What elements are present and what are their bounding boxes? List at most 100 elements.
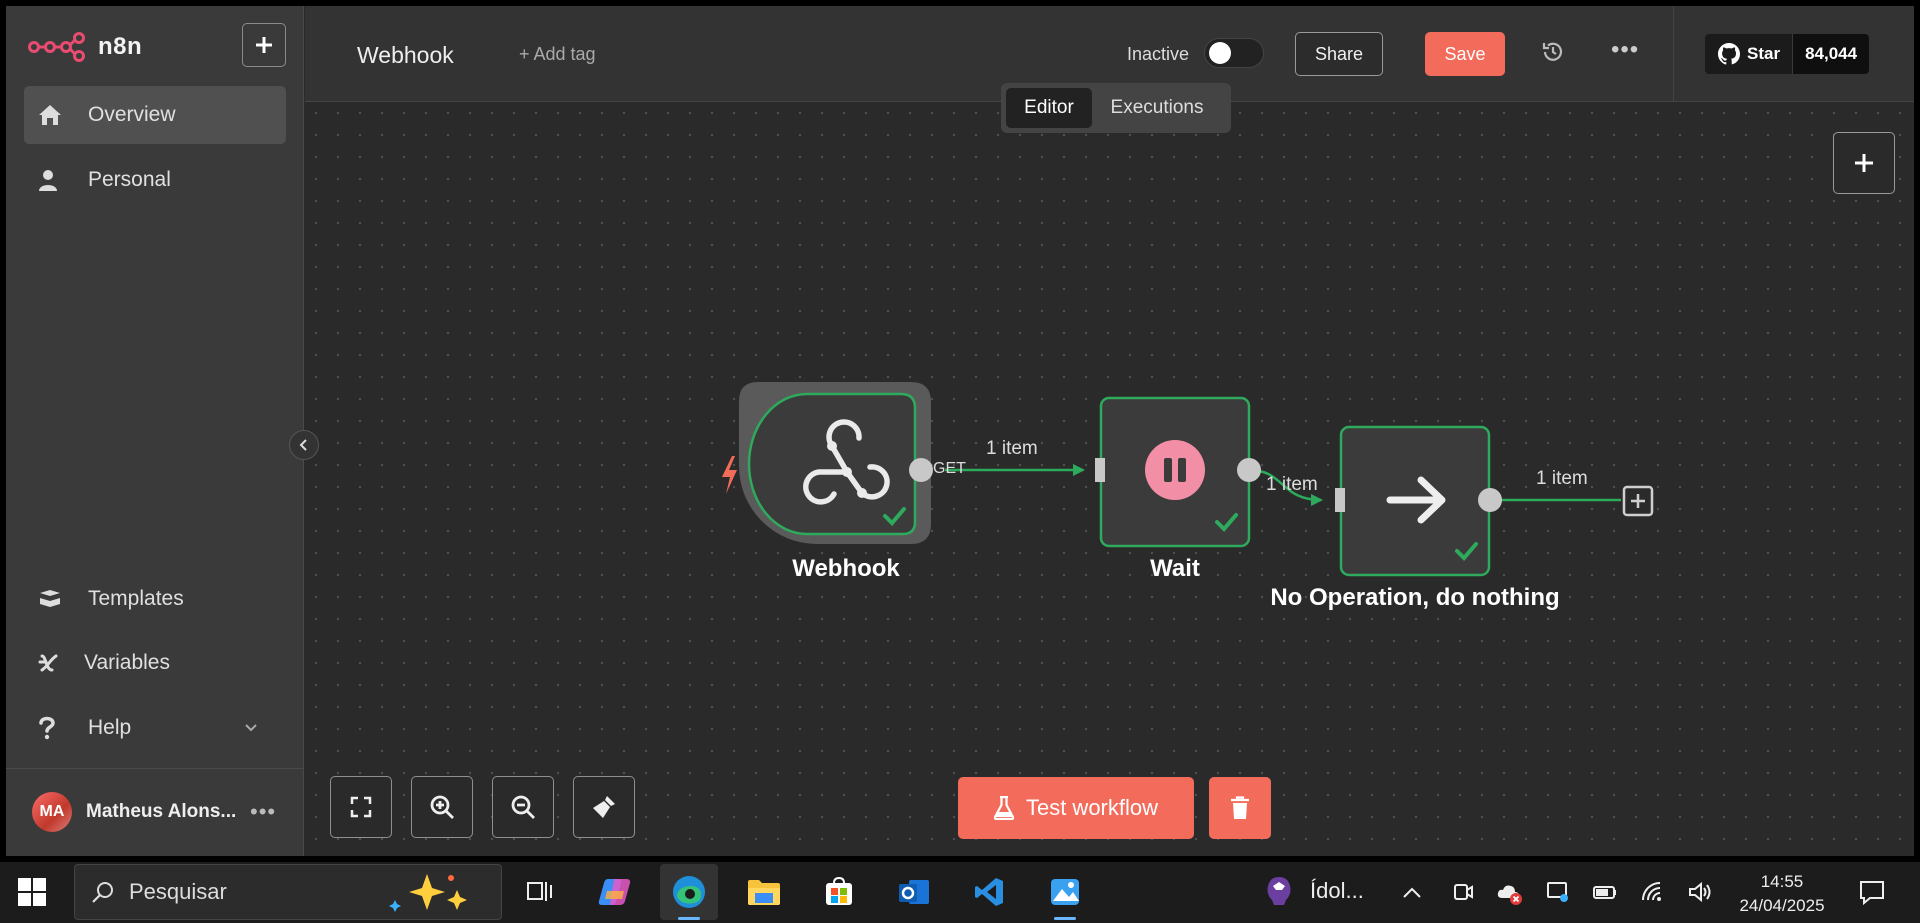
news-widget[interactable]: Ídol... <box>1262 874 1364 908</box>
append-node-button[interactable] <box>1622 485 1654 517</box>
sidebar-item-templates[interactable]: Templates <box>24 570 286 628</box>
active-indicator <box>1054 917 1076 920</box>
plus-icon <box>256 37 272 53</box>
tab-executions[interactable]: Executions <box>1092 88 1222 128</box>
trigger-bolt-icon <box>722 456 737 494</box>
sidebar-item-personal[interactable]: Personal <box>24 151 286 209</box>
system-clock[interactable]: 14:55 24/04/2025 <box>1734 870 1830 918</box>
notifications-icon[interactable] <box>1858 878 1886 906</box>
camera-icon[interactable] <box>1452 880 1474 904</box>
windows-taskbar: Pesquisar Ídol... 14:55 24/04/2025 <box>0 862 1920 923</box>
copilot-app[interactable] <box>586 864 644 920</box>
node-no-operation[interactable] <box>1335 425 1502 577</box>
create-new-button[interactable] <box>242 23 286 67</box>
sidebar-item-label: Help <box>88 716 132 739</box>
news-text: Ídol... <box>1310 878 1364 903</box>
start-button[interactable] <box>18 878 46 911</box>
input-handle[interactable] <box>1335 488 1345 512</box>
sidebar-item-variables[interactable]: Variables <box>24 634 286 692</box>
output-handle[interactable] <box>1237 458 1261 482</box>
output-label-get: GET <box>933 460 966 477</box>
chevron-up-icon[interactable] <box>1402 886 1422 900</box>
edge-webhook-wait[interactable] <box>945 464 1085 476</box>
photos-app[interactable] <box>1036 864 1094 920</box>
help-icon <box>39 716 55 740</box>
active-indicator <box>678 917 700 920</box>
copilot-sparkle-icon <box>389 874 467 912</box>
node-webhook[interactable] <box>739 382 933 544</box>
edge-label: 1 item <box>1536 468 1588 489</box>
templates-icon <box>40 590 60 607</box>
microsoft-store-app[interactable] <box>810 864 868 920</box>
workflow-canvas[interactable]: Webhook Wait No Operation, do nothing GE… <box>305 102 1914 856</box>
logo[interactable]: n8n <box>28 32 142 62</box>
header-divider <box>1673 6 1674 101</box>
edge-label: 1 item <box>1266 474 1318 495</box>
node-label-webhook: Webhook <box>792 555 900 582</box>
vscode-app[interactable] <box>960 864 1018 920</box>
input-handle[interactable] <box>1095 458 1105 482</box>
sidebar: n8n Overview Personal Templates Variable… <box>6 6 304 856</box>
trash-icon <box>1231 796 1249 819</box>
user-icon <box>39 170 57 191</box>
add-tag-button[interactable]: + Add tag <box>519 44 596 65</box>
pause-icon <box>1145 440 1205 500</box>
onedrive-error-icon[interactable] <box>1496 880 1524 906</box>
photos-icon <box>1051 879 1079 905</box>
user-more-icon[interactable]: ••• <box>250 799 276 825</box>
chevron-left-icon <box>299 439 307 451</box>
output-handle[interactable] <box>909 458 933 482</box>
tab-editor[interactable]: Editor <box>1006 88 1092 128</box>
history-icon <box>1542 42 1563 61</box>
more-options-icon[interactable]: ••• <box>1611 36 1639 64</box>
user-name: Matheus Alons... <box>86 801 236 822</box>
github-star-button[interactable]: Star 84,044 <box>1705 34 1870 74</box>
edge-browser-app[interactable] <box>660 864 718 920</box>
active-toggle[interactable] <box>1204 38 1264 68</box>
node-wait[interactable] <box>1095 396 1261 548</box>
n8n-window: n8n Overview Personal Templates Variable… <box>6 6 1914 856</box>
clock-time: 14:55 <box>1760 872 1804 891</box>
edge-icon <box>673 876 705 908</box>
wifi-icon[interactable] <box>1640 880 1666 904</box>
active-status-label: Inactive <box>1127 44 1190 64</box>
task-view-icon <box>527 882 552 901</box>
zoom-in-icon <box>430 795 454 819</box>
output-handle[interactable] <box>1478 488 1502 512</box>
battery-icon[interactable] <box>1592 880 1618 904</box>
sidebar-item-help[interactable]: Help <box>24 699 286 757</box>
flask-icon <box>993 796 1014 820</box>
history-button[interactable] <box>1541 40 1565 69</box>
edge-label: 1 item <box>986 438 1038 459</box>
sidebar-item-overview[interactable]: Overview <box>24 86 286 144</box>
store-icon <box>826 877 852 905</box>
sidebar-item-label: Overview <box>88 103 176 126</box>
taskbar-search[interactable]: Pesquisar <box>74 864 502 920</box>
sidebar-divider <box>6 768 304 769</box>
collapse-sidebar-button[interactable] <box>289 430 319 460</box>
zoom-to-fit-button[interactable] <box>330 776 392 838</box>
test-workflow-button[interactable]: Test workflow <box>958 777 1194 839</box>
zoom-out-button[interactable] <box>492 776 554 838</box>
volume-icon[interactable] <box>1688 880 1714 904</box>
clock-date: 24/04/2025 <box>1739 896 1825 915</box>
premier-league-icon <box>1267 877 1291 905</box>
remote-desktop-icon[interactable] <box>1546 880 1570 904</box>
clear-execution-button[interactable] <box>1209 777 1271 839</box>
outlook-app[interactable] <box>885 864 943 920</box>
search-icon <box>92 882 113 903</box>
zoom-in-button[interactable] <box>411 776 473 838</box>
avatar: MA <box>32 792 72 832</box>
folder-icon <box>748 880 780 905</box>
save-button[interactable]: Save <box>1425 32 1505 76</box>
github-star-count: 84,044 <box>1793 34 1870 74</box>
share-button[interactable]: Share <box>1295 32 1383 76</box>
tidy-up-button[interactable] <box>573 776 635 838</box>
workflow-name[interactable]: Webhook <box>357 42 454 69</box>
view-tabs: Editor Executions <box>1001 83 1231 133</box>
windows-icon <box>18 878 46 906</box>
file-explorer-app[interactable] <box>735 864 793 920</box>
task-view-button[interactable] <box>511 864 569 920</box>
user-menu[interactable]: MA Matheus Alons... ••• <box>32 792 292 832</box>
sidebar-item-label: Templates <box>88 587 184 610</box>
